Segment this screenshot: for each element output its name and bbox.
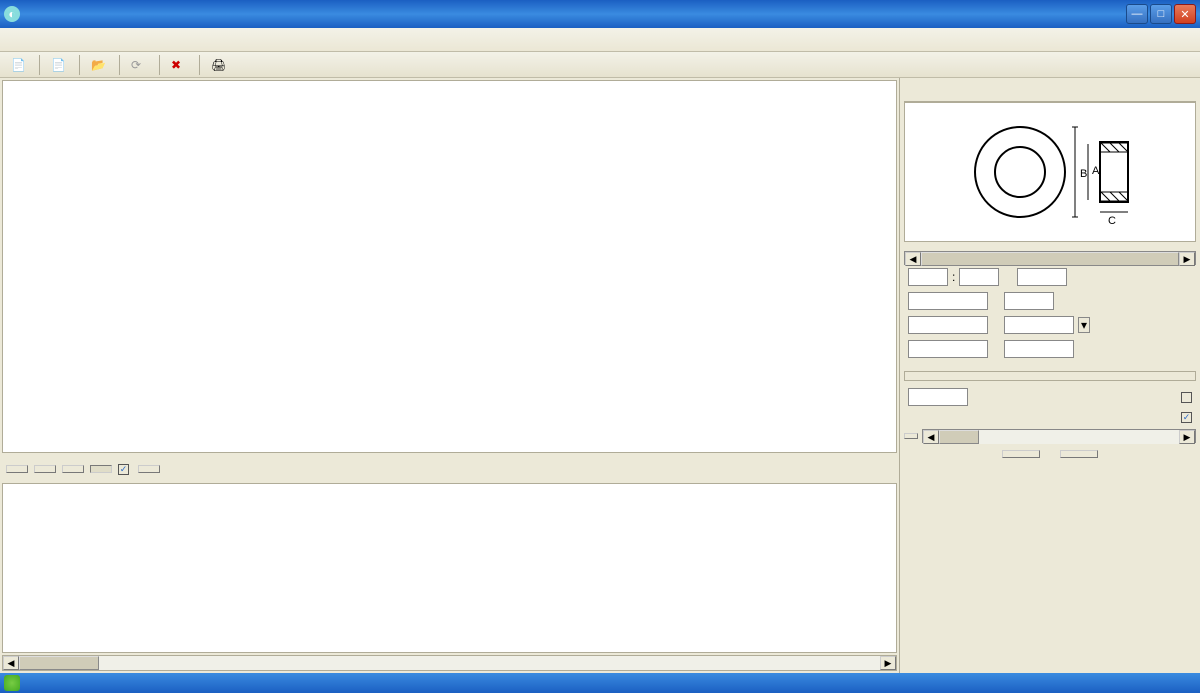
checkbox-icon <box>118 464 129 475</box>
hysteresis-button[interactable] <box>34 465 56 473</box>
start-icon[interactable] <box>4 675 20 691</box>
minimize-button[interactable]: — <box>1126 4 1148 24</box>
sysdebug-checkbox[interactable] <box>1181 392 1192 403</box>
freq-input[interactable] <box>908 388 968 406</box>
scroll-left-icon[interactable]: ◀ <box>3 656 19 670</box>
test-button[interactable] <box>1002 450 1040 458</box>
autoset-button[interactable] <box>904 433 918 439</box>
magnetization-button[interactable] <box>62 465 84 473</box>
scroll-right-icon[interactable]: ▶ <box>880 656 896 670</box>
statusbar <box>0 673 1200 693</box>
menubar <box>0 28 1200 52</box>
group-count-checkbox[interactable] <box>118 464 132 475</box>
svg-text:B: B <box>1080 168 1087 180</box>
new-index-button[interactable]: 📄 <box>4 55 35 75</box>
n1-input[interactable] <box>908 268 948 286</box>
dims-scroll[interactable]: ◀ ▶ <box>904 251 1196 265</box>
loss-button[interactable] <box>90 465 112 473</box>
table-hscroll[interactable]: ◀ ▶ <box>2 655 897 671</box>
new-data-icon: 📄 <box>51 58 65 72</box>
window-controls: — □ ✕ <box>1126 4 1196 24</box>
refresh-icon: ⟳ <box>131 58 145 72</box>
delete-button[interactable]: ✖ <box>164 55 195 75</box>
open-icon: 📂 <box>91 58 105 72</box>
chart-svg <box>3 81 303 231</box>
date-input[interactable] <box>1004 316 1074 334</box>
scroll-left-icon[interactable]: ◀ <box>923 430 939 444</box>
remark-input[interactable] <box>1004 340 1074 358</box>
delete-icon: ✖ <box>171 58 185 72</box>
curve-buttons <box>0 455 899 483</box>
svg-text:C: C <box>1108 215 1116 227</box>
toolbar: 📄 📄 📂 ⟳ ✖ 🖨 <box>0 52 1200 78</box>
close-button[interactable]: ✕ <box>1174 4 1196 24</box>
pts-scroll[interactable]: ◀ ▶ <box>922 429 1196 443</box>
svg-text:A: A <box>1092 165 1100 177</box>
open-file-button[interactable]: 📂 <box>84 55 115 75</box>
mode-box <box>904 371 1196 381</box>
compare-button[interactable] <box>138 465 160 473</box>
print-icon: 🖨 <box>211 58 225 72</box>
scroll-left-icon[interactable]: ◀ <box>905 252 921 266</box>
scroll-right-icon[interactable]: ▶ <box>1179 252 1195 266</box>
refresh-button: ⟳ <box>124 55 155 75</box>
print-preview-button[interactable]: 🖨 <box>204 55 235 75</box>
cancel-button[interactable] <box>1060 450 1098 458</box>
app-icon: ◐ <box>4 6 20 22</box>
autorange-checkbox[interactable] <box>1181 412 1192 423</box>
acoe-input[interactable] <box>1017 268 1067 286</box>
shape-tabs <box>904 80 1196 102</box>
sampleno-input[interactable] <box>908 292 988 310</box>
chart-area <box>2 80 897 453</box>
waveform-button[interactable] <box>6 465 28 473</box>
temp-input[interactable] <box>1004 292 1054 310</box>
shape-diagram: B A C <box>904 102 1196 242</box>
new-data-button[interactable]: 📄 <box>44 55 75 75</box>
n2-input[interactable] <box>959 268 999 286</box>
data-table[interactable] <box>2 483 897 653</box>
new-index-icon: 📄 <box>11 58 25 72</box>
scroll-right-icon[interactable]: ▶ <box>1179 430 1195 444</box>
material-input[interactable] <box>908 316 988 334</box>
date-dropdown-icon[interactable]: ▾ <box>1078 317 1090 333</box>
titlebar: ◐ — □ ✕ <box>0 0 1200 28</box>
maximize-button[interactable]: □ <box>1150 4 1172 24</box>
operator-input[interactable] <box>908 340 988 358</box>
